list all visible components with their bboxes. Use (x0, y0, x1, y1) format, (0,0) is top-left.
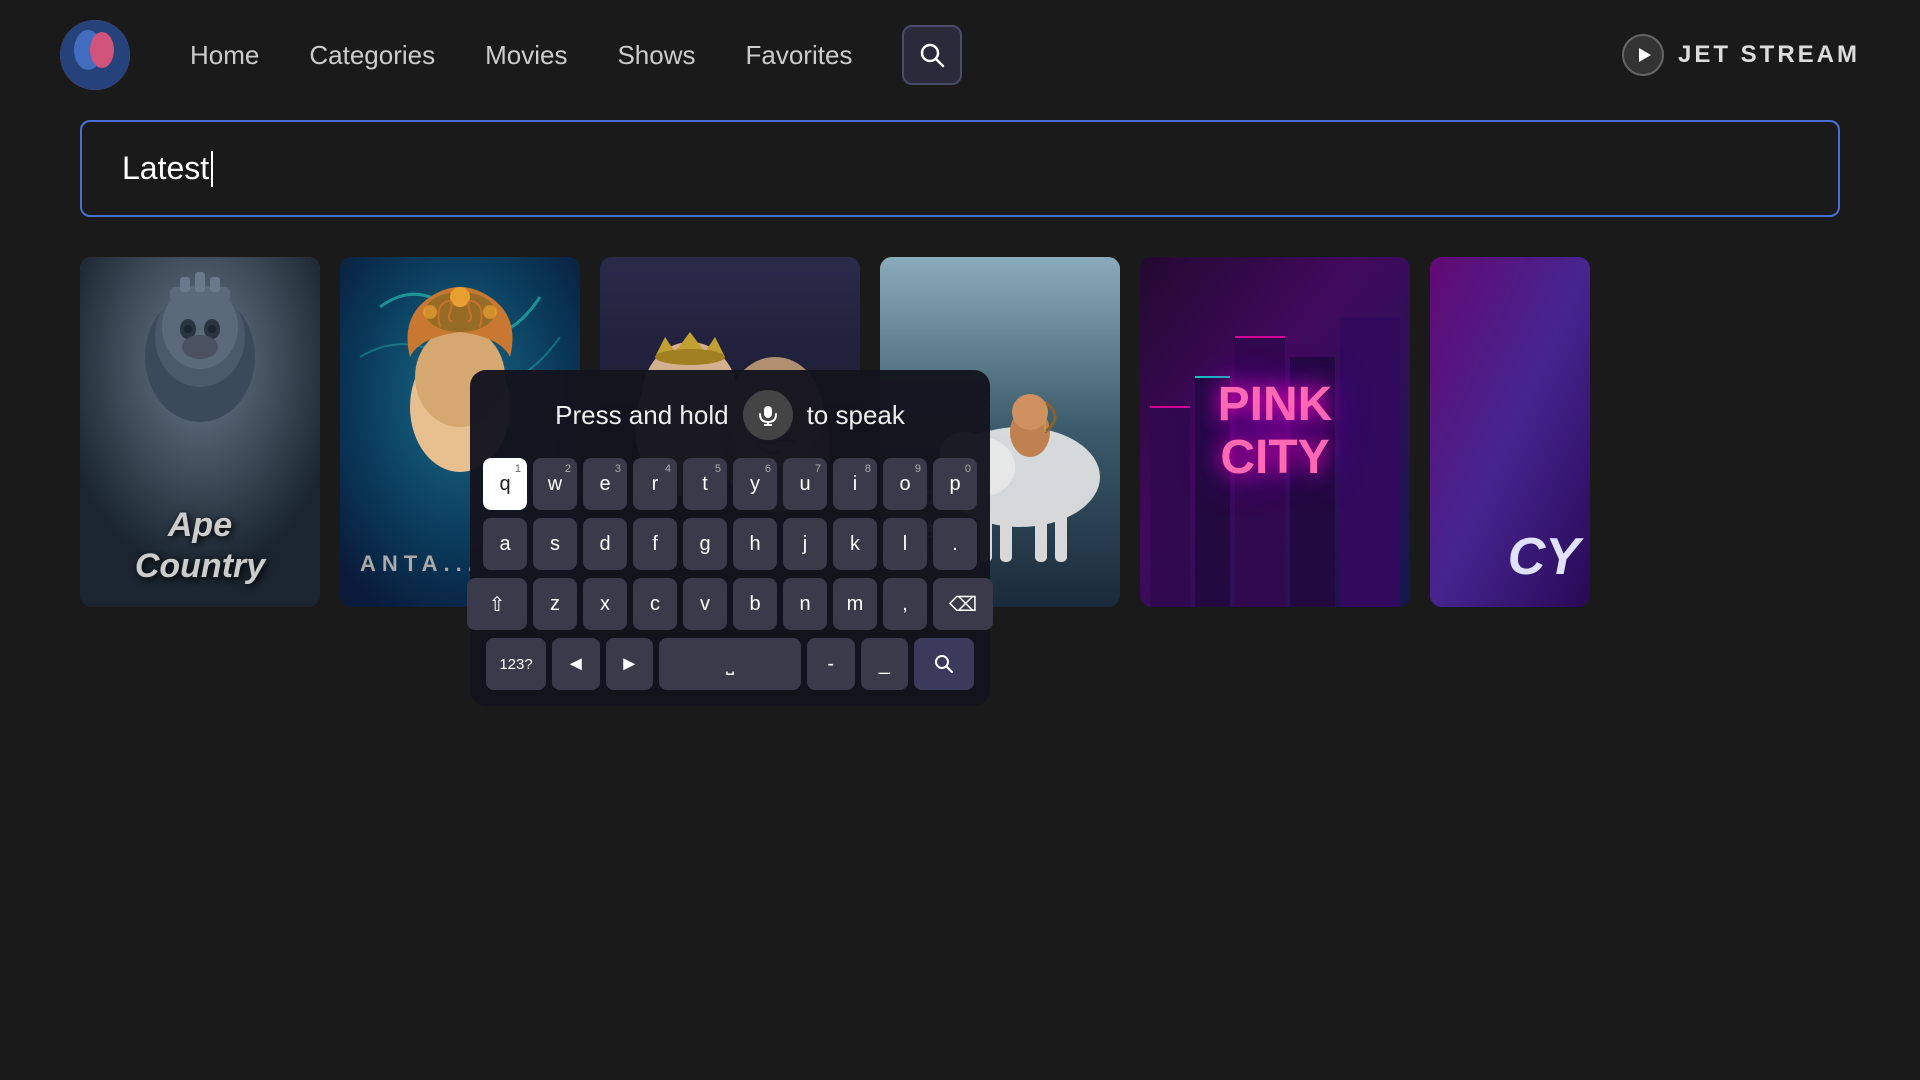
nav-shows[interactable]: Shows (617, 40, 695, 71)
brand-icon (1622, 34, 1664, 76)
brand-name: JET STREAM (1678, 41, 1860, 69)
key-s[interactable]: s (533, 518, 577, 570)
key-period[interactable]: . (933, 518, 977, 570)
key-f[interactable]: f (633, 518, 677, 570)
logo[interactable] (60, 20, 130, 90)
key-q[interactable]: q1 (483, 458, 527, 510)
key-underscore[interactable]: _ (861, 638, 909, 690)
key-comma[interactable]: , (883, 578, 927, 630)
nav-movies[interactable]: Movies (485, 40, 567, 71)
card-pink-city[interactable]: PINKCITY (1140, 257, 1410, 607)
search-value: Latest (122, 150, 209, 187)
keyboard-row-1: q1 w2 e3 r4 t5 y6 u7 i8 o9 p0 (486, 458, 974, 510)
voice-hint: Press and hold to speak (486, 390, 974, 440)
key-i[interactable]: i8 (833, 458, 877, 510)
key-p[interactable]: p0 (933, 458, 977, 510)
voice-to-text: to speak (807, 400, 905, 431)
key-j[interactable]: j (783, 518, 827, 570)
key-v[interactable]: v (683, 578, 727, 630)
nav-favorites[interactable]: Favorites (746, 40, 853, 71)
key-shift[interactable]: ⇧ (467, 578, 527, 630)
key-c[interactable]: c (633, 578, 677, 630)
keyboard-row-2: a s d f g h j k l . (486, 518, 974, 570)
keyboard-overlay: Press and hold to speak q1 w2 e3 r4 t5 y… (470, 370, 990, 706)
card-pink-city-title: PINKCITY (1218, 379, 1333, 485)
key-left[interactable]: ◄ (552, 638, 600, 690)
card-cyber[interactable]: CY (1430, 257, 1590, 607)
key-z[interactable]: z (533, 578, 577, 630)
key-r[interactable]: r4 (633, 458, 677, 510)
key-t[interactable]: t5 (683, 458, 727, 510)
nav-home[interactable]: Home (190, 40, 259, 71)
text-cursor (211, 151, 213, 187)
key-o[interactable]: o9 (883, 458, 927, 510)
card-ape-title: ApeCountry (80, 505, 320, 587)
key-123[interactable]: 123? (486, 638, 546, 690)
keyboard-row-3: ⇧ z x c v b n m , ⌫ (486, 578, 974, 630)
key-space[interactable]: ⎵ (659, 638, 801, 690)
key-dash[interactable]: - (807, 638, 855, 690)
navbar: Home Categories Movies Shows Favorites J… (0, 0, 1920, 110)
keyboard-row-4: 123? ◄ ► ⎵ - _ (486, 638, 974, 690)
key-search[interactable] (914, 638, 974, 690)
card-fantasy-title: ANTA... (360, 551, 480, 577)
key-a[interactable]: a (483, 518, 527, 570)
voice-press-text: Press and hold (555, 400, 728, 431)
key-y[interactable]: y6 (733, 458, 777, 510)
brand: JET STREAM (1622, 34, 1860, 76)
key-m[interactable]: m (833, 578, 877, 630)
key-l[interactable]: l (883, 518, 927, 570)
key-k[interactable]: k (833, 518, 877, 570)
search-bar[interactable]: Latest (80, 120, 1840, 217)
keyboard: q1 w2 e3 r4 t5 y6 u7 i8 o9 p0 a s d f g … (486, 458, 974, 690)
key-n[interactable]: n (783, 578, 827, 630)
search-bar-wrapper: Latest (0, 120, 1920, 217)
key-backspace[interactable]: ⌫ (933, 578, 993, 630)
mic-button[interactable] (743, 390, 793, 440)
search-button[interactable] (902, 25, 962, 85)
nav-categories[interactable]: Categories (309, 40, 435, 71)
key-g[interactable]: g (683, 518, 727, 570)
key-w[interactable]: w2 (533, 458, 577, 510)
key-right[interactable]: ► (606, 638, 654, 690)
key-h[interactable]: h (733, 518, 777, 570)
card-cyber-title: CY (1508, 527, 1580, 587)
nav-links: Home Categories Movies Shows Favorites (190, 25, 1622, 85)
key-e[interactable]: e3 (583, 458, 627, 510)
key-u[interactable]: u7 (783, 458, 827, 510)
key-x[interactable]: x (583, 578, 627, 630)
card-ape-country[interactable]: ApeCountry (80, 257, 320, 607)
key-d[interactable]: d (583, 518, 627, 570)
key-b[interactable]: b (733, 578, 777, 630)
